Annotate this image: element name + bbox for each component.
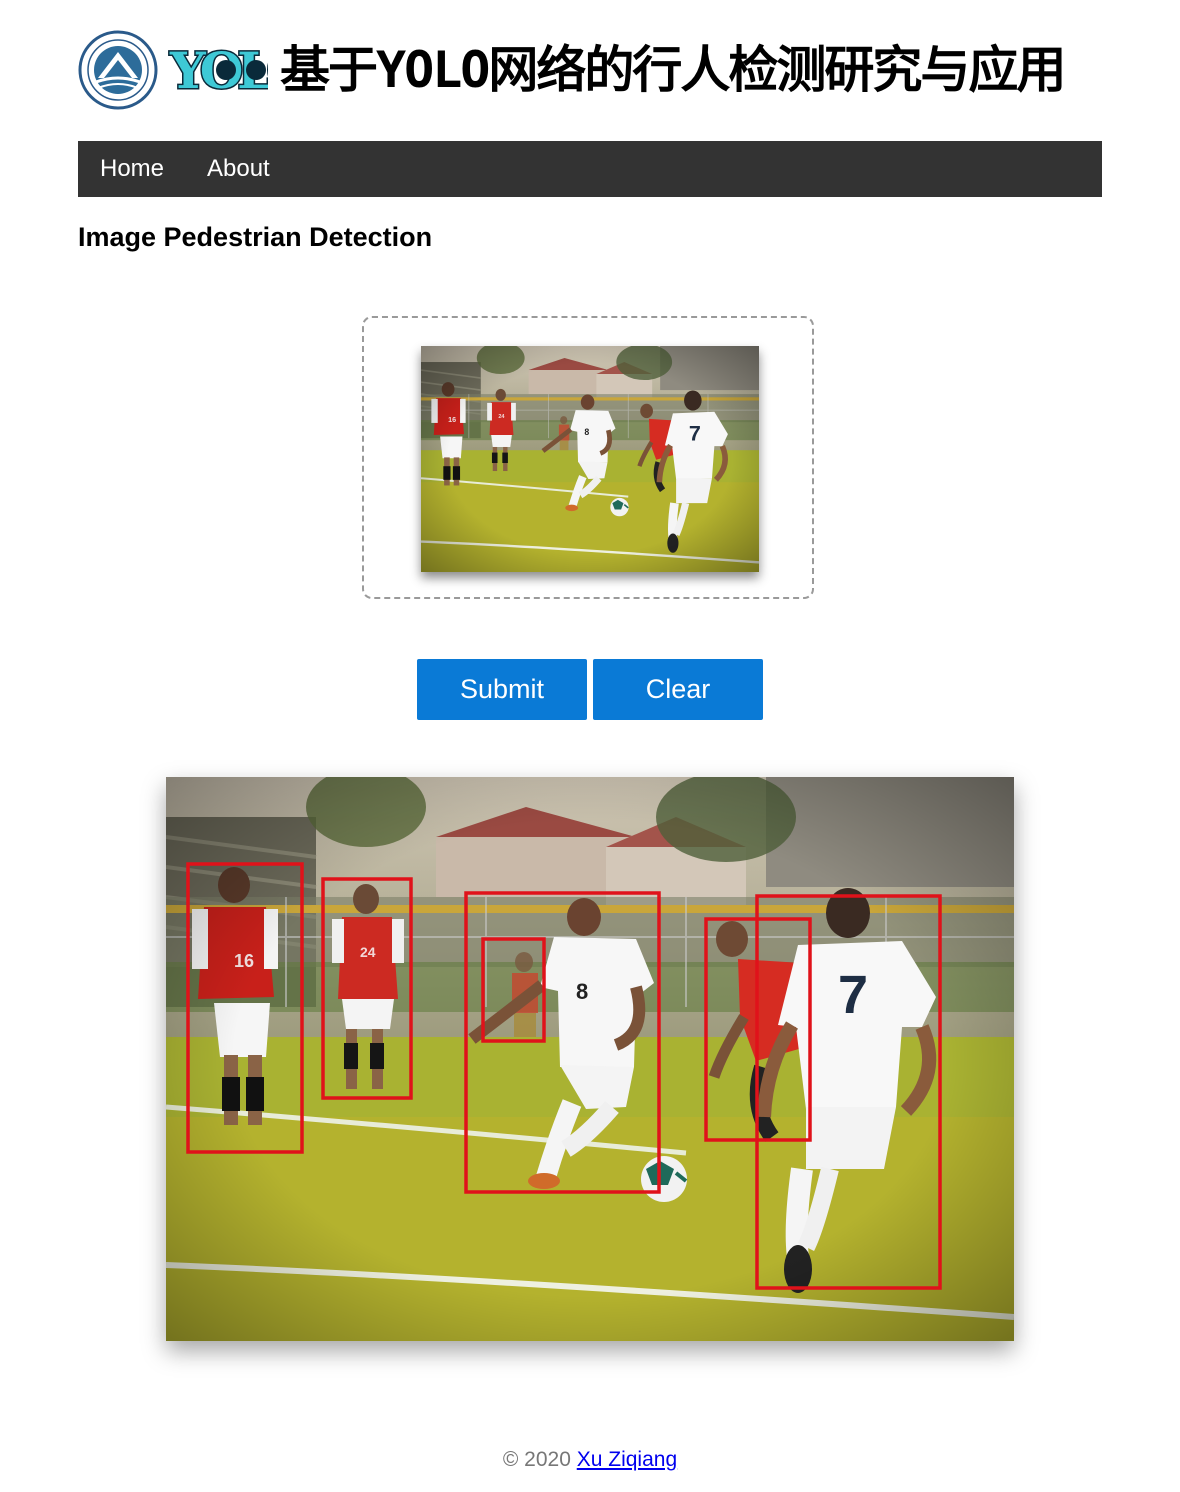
yolo-logo-icon: YOLO <box>168 40 268 100</box>
site-header: YOLO 基于YOLO网络的行人检测研究与应用 <box>78 30 1102 110</box>
uploaded-image-preview <box>421 346 759 572</box>
author-link[interactable]: Xu Ziqiang <box>577 1448 677 1471</box>
footer: © 2020 Xu Ziqiang <box>0 1448 1180 1472</box>
detection-result-image <box>166 777 1014 1341</box>
page-title: 基于YOLO网络的行人检测研究与应用 <box>280 41 1066 99</box>
nav-home-link[interactable]: Home <box>100 141 164 197</box>
clear-button[interactable]: Clear <box>593 659 763 720</box>
copyright-text: © 2020 <box>502 1448 571 1471</box>
submit-button[interactable]: Submit <box>417 659 587 720</box>
section-title: Image Pedestrian Detection <box>78 222 433 252</box>
university-seal-icon <box>78 30 158 110</box>
nav-about-link[interactable]: About <box>207 141 270 197</box>
top-navbar: Home About <box>78 141 1102 197</box>
